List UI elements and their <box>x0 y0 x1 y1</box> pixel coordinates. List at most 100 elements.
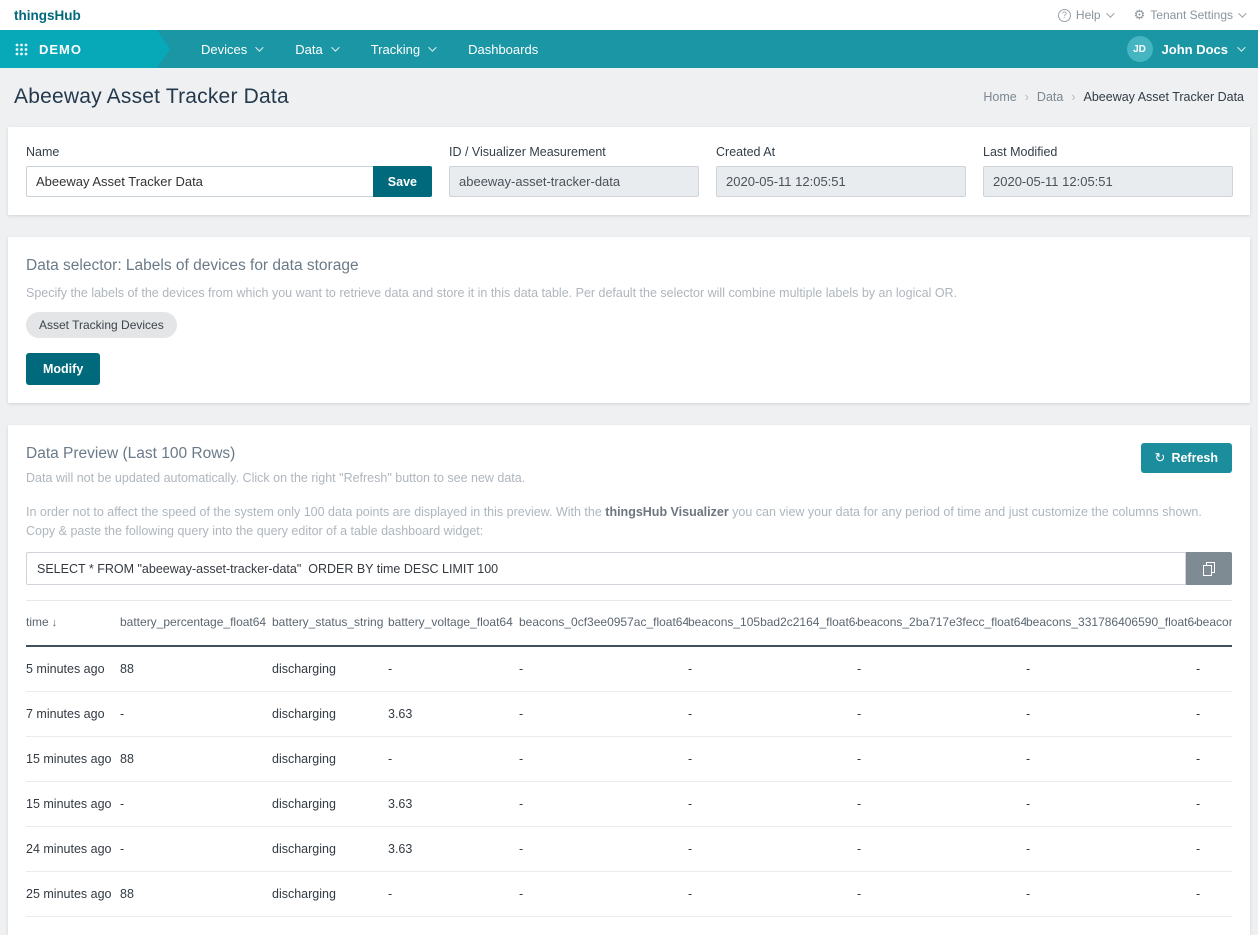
modify-button[interactable]: Modify <box>26 353 100 385</box>
breadcrumb-separator: › <box>1025 90 1029 104</box>
nav-item-dashboards[interactable]: Dashboards <box>451 30 555 68</box>
copy-query-button[interactable] <box>1186 552 1232 585</box>
nav-items: Devices Data Tracking Dashboards <box>184 30 555 68</box>
nav-item-devices[interactable]: Devices <box>184 30 278 68</box>
table-cell: discharging <box>272 827 388 872</box>
label-chip[interactable]: Asset Tracking Devices <box>26 312 177 338</box>
data-selector-description: Specify the labels of the devices from w… <box>26 284 1232 303</box>
column-header[interactable]: beacons_331786406590_float64 <box>1026 601 1196 647</box>
table-cell: - <box>1026 737 1196 782</box>
table-cell: 7 minutes ago <box>26 692 120 737</box>
chevron-down-icon <box>1237 43 1245 51</box>
refresh-icon: ↻ <box>1155 451 1166 464</box>
name-input[interactable] <box>26 166 373 197</box>
preview-table-wrap[interactable]: time↓battery_percentage_float64battery_s… <box>26 600 1232 917</box>
help-icon: ? <box>1058 9 1071 22</box>
table-cell: - <box>857 872 1026 917</box>
nav-item-data[interactable]: Data <box>278 30 353 68</box>
table-cell: discharging <box>272 782 388 827</box>
name-label: Name <box>26 145 432 159</box>
table-row: 15 minutes ago88discharging------ <box>26 737 1232 782</box>
data-preview-title: Data Preview (Last 100 Rows) <box>26 445 525 463</box>
id-input <box>449 166 699 197</box>
query-input[interactable] <box>26 552 1186 585</box>
visualizer-highlight: thingsHub Visualizer <box>605 505 728 519</box>
breadcrumb-home[interactable]: Home <box>983 90 1016 104</box>
column-header[interactable]: battery_percentage_float64 <box>120 601 272 647</box>
nav-item-label: Dashboards <box>468 42 538 57</box>
page-title: Abeeway Asset Tracker Data <box>14 85 289 109</box>
table-cell: - <box>120 692 272 737</box>
table-cell: 15 minutes ago <box>26 737 120 782</box>
table-cell: 3.63 <box>388 827 519 872</box>
column-header[interactable]: beacons_2ba717e3fecc_float64 <box>857 601 1026 647</box>
tenant-arrow-decoration <box>157 30 170 68</box>
table-cell: 88 <box>120 737 272 782</box>
chevron-down-icon <box>428 43 436 51</box>
table-cell: - <box>857 827 1026 872</box>
table-cell: - <box>519 692 688 737</box>
preview-description: In order not to affect the speed of the … <box>26 503 1232 542</box>
breadcrumb-data[interactable]: Data <box>1037 90 1063 104</box>
last-modified-input <box>983 166 1233 197</box>
table-cell: - <box>388 737 519 782</box>
table-cell: - <box>857 737 1026 782</box>
avatar: JD <box>1127 36 1153 62</box>
name-field-group: Name Save <box>26 145 432 197</box>
column-header[interactable]: battery_voltage_float64 <box>388 601 519 647</box>
table-row: 15 minutes ago-discharging3.63----- <box>26 782 1232 827</box>
table-cell: 3.63 <box>388 782 519 827</box>
sort-desc-icon: ↓ <box>52 617 58 629</box>
nav-item-tracking[interactable]: Tracking <box>354 30 451 68</box>
table-cell: discharging <box>272 737 388 782</box>
table-cell: - <box>1026 827 1196 872</box>
preview-description-prefix: In order not to affect the speed of the … <box>26 505 605 519</box>
table-cell: - <box>1026 872 1196 917</box>
column-header[interactable]: beacon <box>1196 601 1232 647</box>
chevron-down-icon <box>331 43 339 51</box>
nav-item-label: Devices <box>201 42 247 57</box>
created-field-group: Created At <box>716 145 966 197</box>
topbar-right: ? Help ⚙ Tenant Settings <box>1058 7 1244 23</box>
table-cell: - <box>120 827 272 872</box>
table-row: 5 minutes ago88discharging------ <box>26 646 1232 692</box>
table-cell: - <box>388 646 519 692</box>
grid-icon <box>15 43 28 56</box>
table-cell: - <box>388 872 519 917</box>
table-cell: - <box>688 646 857 692</box>
table-cell: - <box>1196 646 1232 692</box>
last-modified-label: Last Modified <box>983 145 1233 159</box>
column-header[interactable]: beacons_105bad2c2164_float64 <box>688 601 857 647</box>
table-cell: - <box>857 692 1026 737</box>
tenant-settings-menu[interactable]: ⚙ Tenant Settings <box>1134 7 1244 23</box>
tenant-settings-label: Tenant Settings <box>1150 8 1233 22</box>
save-button[interactable]: Save <box>373 166 432 197</box>
column-header[interactable]: time↓ <box>26 601 120 647</box>
table-header-row: time↓battery_percentage_float64battery_s… <box>26 601 1232 647</box>
created-at-label: Created At <box>716 145 966 159</box>
refresh-note: Data will not be updated automatically. … <box>26 469 525 488</box>
column-header[interactable]: beacons_0cf3ee0957ac_float64 <box>519 601 688 647</box>
brand-logo[interactable]: thingsHub <box>14 8 81 23</box>
help-label: Help <box>1076 8 1101 22</box>
table-cell: - <box>688 782 857 827</box>
tenant-selector[interactable]: DEMO <box>0 30 157 68</box>
table-cell: discharging <box>272 692 388 737</box>
chevron-down-icon <box>255 43 263 51</box>
table-cell: 25 minutes ago <box>26 872 120 917</box>
help-menu[interactable]: ? Help <box>1058 7 1112 23</box>
details-card: Name Save ID / Visualizer Measurement Cr… <box>8 127 1250 215</box>
table-cell: - <box>1196 692 1232 737</box>
main-navbar: DEMO Devices Data Tracking Dashboards JD… <box>0 30 1258 68</box>
table-cell: - <box>1196 827 1232 872</box>
table-cell: 24 minutes ago <box>26 827 120 872</box>
table-cell: - <box>688 872 857 917</box>
refresh-button[interactable]: ↻ Refresh <box>1141 443 1232 473</box>
preview-table: time↓battery_percentage_float64battery_s… <box>26 600 1232 917</box>
table-cell: - <box>519 737 688 782</box>
user-menu[interactable]: JD John Docs <box>1112 30 1258 68</box>
breadcrumb-current: Abeeway Asset Tracker Data <box>1084 90 1245 104</box>
data-selector-card: Data selector: Labels of devices for dat… <box>8 237 1250 403</box>
id-field-group: ID / Visualizer Measurement <box>449 145 699 197</box>
column-header[interactable]: battery_status_string <box>272 601 388 647</box>
